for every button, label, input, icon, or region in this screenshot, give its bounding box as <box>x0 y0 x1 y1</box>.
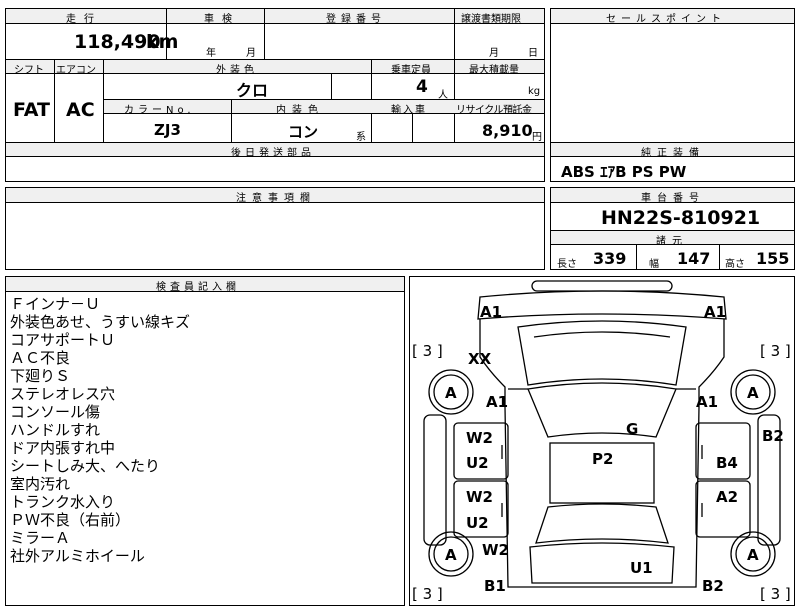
inspector-note: 室内汚れ <box>10 475 71 493</box>
notes-label: 注意事項欄 <box>236 193 316 204</box>
mileage-unit: km <box>146 31 179 53</box>
mark-door-fl-2: U2 <box>466 454 489 472</box>
spec-table: 走行 車検 登録番号 譲渡書類期限 118,490 km 年 月 月 日 シフト… <box>5 8 545 143</box>
dimensions-label: 諸元 <box>656 236 688 247</box>
shift-value: FAT <box>13 99 50 121</box>
recycle-unit: 円 <box>532 132 542 143</box>
max-load-label: 最大積載量 <box>469 65 519 76</box>
inspector-note: シートしみ大、へたり <box>10 457 161 475</box>
inspector-note: ＰＷ不良（右前） <box>10 511 131 529</box>
mark-door-rl-2: U2 <box>466 514 489 532</box>
mark-front-left: A1 <box>480 303 502 321</box>
genuine-equipment-box: 純正装備 ABS ｴｱB PS PW <box>550 142 795 182</box>
mark-tire-rl: A <box>445 546 457 564</box>
inspector-note: 下廻りＳ <box>10 367 71 385</box>
interior-color-value: コン <box>288 123 319 141</box>
inspector-note: ＡＣ不良 <box>10 349 71 367</box>
mark-tire-fr: A <box>747 384 759 402</box>
mark-rear-center: U1 <box>630 559 653 577</box>
exterior-color-value: クロ <box>236 81 269 100</box>
height-label: 高さ <box>725 259 745 270</box>
height-value: 155 <box>756 249 790 268</box>
recycle-value: 8,910 <box>482 121 533 140</box>
inspector-note: ミラーＡ <box>10 529 71 547</box>
inspector-note: ドア内張すれ中 <box>10 439 116 457</box>
inspector-note: ハンドルすれ <box>10 421 101 439</box>
later-parts-label: 後日発送部品 <box>231 148 315 159</box>
mark-tire-rl-count: [ 3 ] <box>412 585 443 603</box>
inspector-note: 外装色あせ、うすい線キズ <box>10 313 191 331</box>
length-value: 339 <box>593 249 627 268</box>
registration-label: 登録番号 <box>326 14 386 25</box>
mark-door-rl: W2 <box>466 488 493 506</box>
interior-color-suffix: 系 <box>356 132 366 143</box>
inspector-note: ステレオレス穴 <box>10 385 116 403</box>
later-parts-box: 後日発送部品 <box>5 142 545 182</box>
transfer-month-unit: 月 <box>489 48 499 59</box>
capacity-label: 乗車定員 <box>391 65 431 76</box>
chassis-box: 車台番号 HN22S-810921 諸元 長さ 339 幅 147 高さ 155 <box>550 187 795 270</box>
recycle-label: リサイクル預託金 <box>456 105 532 116</box>
transfer-day-unit: 日 <box>528 48 538 59</box>
inspector-note: コンソール傷 <box>10 403 101 421</box>
width-label: 幅 <box>649 259 659 270</box>
mark-front-pillar-left: A1 <box>486 393 508 411</box>
mark-tire-fl-count: [ 3 ] <box>412 342 443 360</box>
inspection-month-unit: 月 <box>246 48 256 59</box>
capacity-value: 4 <box>416 77 428 97</box>
inspector-note: Ｆインナ－Ｕ <box>10 295 101 313</box>
shift-label: シフト <box>14 65 44 76</box>
mark-right-side: B2 <box>762 427 784 445</box>
car-diagram: A1 A1 [ 3 ] [ 3 ] XX A A A1 A1 G B2 W2 P… <box>412 280 791 603</box>
genuine-equipment-label: 純正装備 <box>641 148 705 159</box>
mark-tire-rr-count: [ 3 ] <box>760 585 791 603</box>
inspector-box: 検査員記入欄 Ｆインナ－Ｕ 外装色あせ、うすい線キズ コアサポートＵ ＡＣ不良 … <box>5 276 405 606</box>
inspector-label: 検査員記入欄 <box>156 282 240 293</box>
sales-point-label: セールスポイント <box>606 14 726 25</box>
mark-fender-left: XX <box>468 350 492 368</box>
chassis-value: HN22S-810921 <box>601 207 761 229</box>
exterior-color-label: 外装色 <box>216 65 258 76</box>
inspector-notes-list: Ｆインナ－Ｕ 外装色あせ、うすい線キズ コアサポートＵ ＡＣ不良 下廻りＳ ステ… <box>10 295 190 565</box>
mark-roof: P2 <box>592 450 613 468</box>
width-value: 147 <box>677 249 711 268</box>
mark-door-rr: A2 <box>716 488 738 506</box>
mark-door-fr: B4 <box>716 454 738 472</box>
mark-windshield: G <box>626 420 638 438</box>
mark-front-pillar-right: A1 <box>696 393 718 411</box>
inspector-note: トランク水入り <box>10 493 116 511</box>
mileage-label: 走行 <box>66 14 102 25</box>
transfer-label: 譲渡書類期限 <box>461 14 521 25</box>
inspector-note: コアサポートＵ <box>10 331 116 349</box>
interior-color-label: 内装色 <box>276 105 324 116</box>
inspector-note: 社外アルミホイール <box>10 547 145 565</box>
aircon-value: AC <box>66 99 95 121</box>
notes-box: 注意事項欄 <box>5 187 545 270</box>
inspection-year-unit: 年 <box>206 48 216 59</box>
length-label: 長さ <box>557 259 577 270</box>
mark-rear-right: B2 <box>702 577 724 595</box>
inspection-label: 車検 <box>204 14 240 25</box>
mark-front-right: A1 <box>704 303 726 321</box>
color-no-label: カラーNo. <box>124 105 195 116</box>
mark-quarter-left: W2 <box>482 541 509 559</box>
mark-tire-rr: A <box>747 546 759 564</box>
import-label: 輸入車 <box>391 105 427 116</box>
aircon-label: エアコン <box>56 65 96 76</box>
mark-rear-left: B1 <box>484 577 506 595</box>
chassis-label: 車台番号 <box>641 193 705 204</box>
mark-tire-fl: A <box>445 384 457 402</box>
sales-point-box: セールスポイント <box>550 8 795 143</box>
mark-door-fl: W2 <box>466 429 493 447</box>
color-no-value: ZJ3 <box>154 121 181 139</box>
load-unit: kg <box>528 86 541 97</box>
genuine-equipment-value: ABS ｴｱB PS PW <box>561 163 687 181</box>
car-diagram-box: A1 A1 [ 3 ] [ 3 ] XX A A A1 A1 G B2 W2 P… <box>409 276 795 606</box>
mark-tire-fr-count: [ 3 ] <box>760 342 791 360</box>
